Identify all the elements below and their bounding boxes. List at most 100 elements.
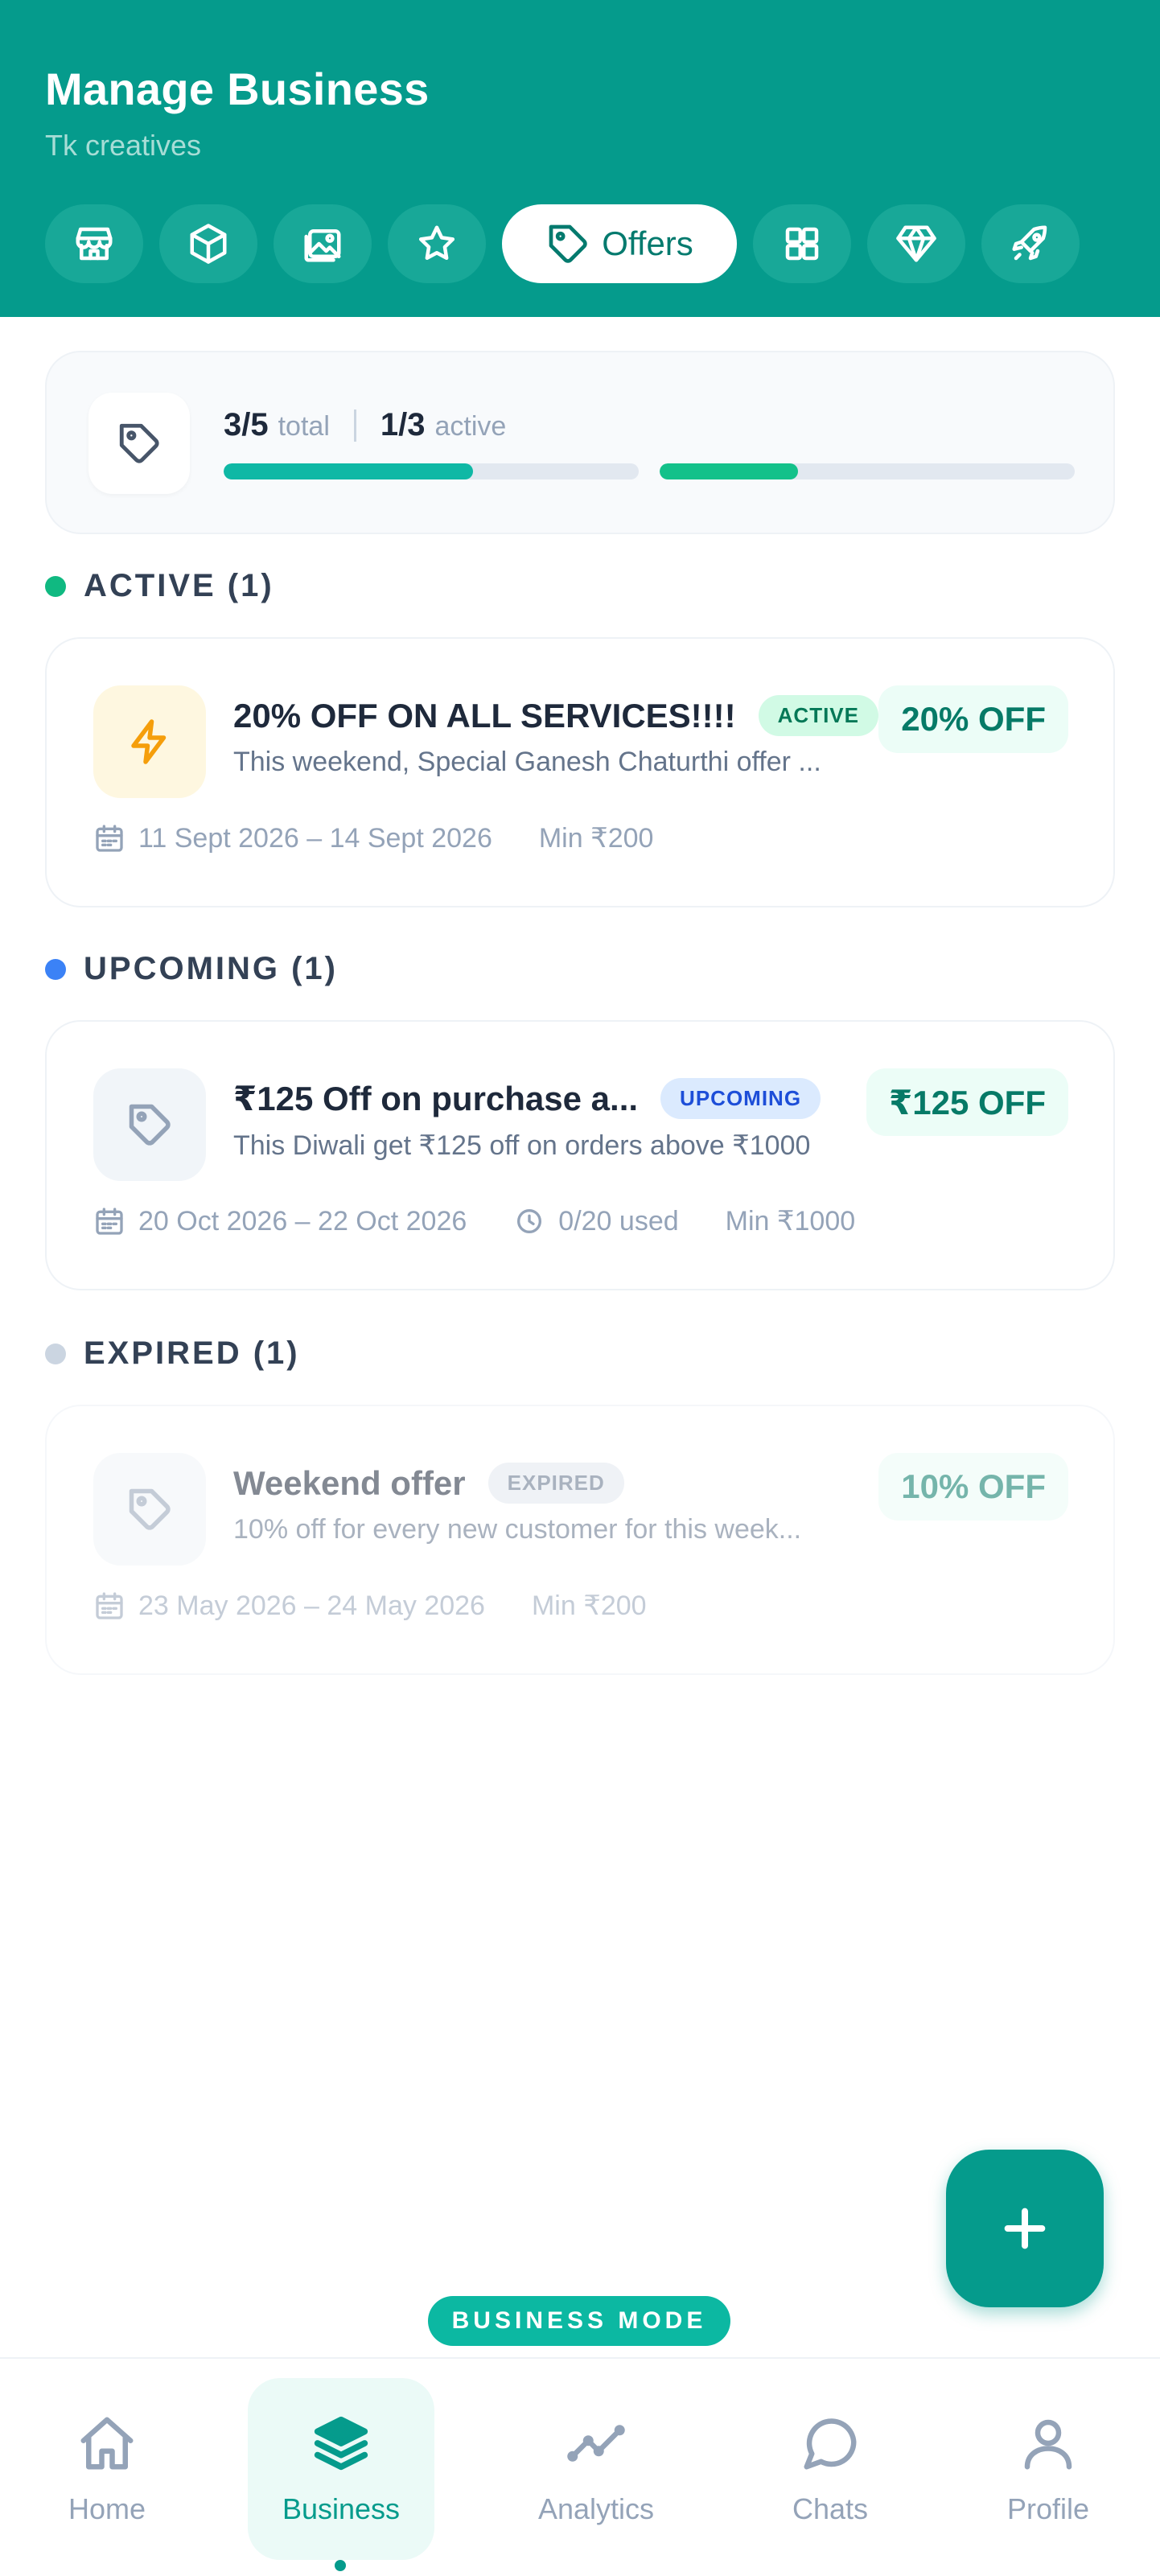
section-upcoming-header: UPCOMING (1) <box>45 951 338 987</box>
discount-badge: 20% OFF <box>878 685 1068 753</box>
offer-title: ₹125 Off on purchase a... <box>233 1080 639 1117</box>
store-icon <box>76 227 113 261</box>
tab-store[interactable] <box>45 204 143 283</box>
gallery-icon <box>304 229 341 262</box>
business-mode-pill: BUSINESS MODE <box>428 2296 730 2346</box>
summary-counts: 3/5 total 1/3 active <box>224 407 506 443</box>
status-badge: EXPIRED <box>487 1463 624 1504</box>
header: Manage Business Tk creatives Offers <box>0 0 1160 317</box>
calendar-icon <box>96 1592 123 1619</box>
active-progress-bar <box>660 463 1075 479</box>
active-progress-fill <box>660 463 798 479</box>
section-active-label: ACTIVE (1) <box>84 568 274 603</box>
offer-card-upcoming[interactable]: ₹125 Off on purchase a... UPCOMING This … <box>45 1020 1115 1290</box>
tab-boost[interactable] <box>981 204 1080 283</box>
lightning-icon <box>131 719 167 764</box>
nav-business-label: Business <box>282 2492 401 2525</box>
nav-home[interactable]: Home <box>14 2378 200 2560</box>
status-dot-expired <box>45 1343 66 1364</box>
offer-meta: 11 Sept 2026 – 14 Sept 2026 Min ₹200 <box>93 822 653 854</box>
total-progress-bar <box>224 463 639 479</box>
offer-min: Min ₹200 <box>538 823 654 854</box>
nav-chats[interactable]: Chats <box>737 2378 923 2560</box>
chat-icon <box>804 2418 857 2470</box>
star-icon <box>418 225 455 261</box>
offer-card-active[interactable]: 20% OFF ON ALL SERVICES!!!! ACTIVE This … <box>45 637 1115 907</box>
offer-description: 10% off for every new customer for this … <box>233 1514 802 1545</box>
offer-title: Weekend offer <box>233 1463 466 1502</box>
tab-gallery[interactable] <box>274 204 372 283</box>
nav-analytics[interactable]: Analytics <box>503 2378 689 2560</box>
offer-icon-box <box>93 685 206 798</box>
business-name: Tk creatives <box>45 129 202 162</box>
status-badge: ACTIVE <box>758 695 878 736</box>
discount-badge: 10% OFF <box>878 1453 1068 1520</box>
diamond-icon <box>896 225 936 262</box>
tag-icon <box>129 1488 171 1530</box>
plus-icon <box>1004 2208 1046 2249</box>
offer-meta: 20 Oct 2026 – 22 Oct 2026 0/20 used Min … <box>93 1205 855 1237</box>
offer-description: This Diwali get ₹125 off on orders above… <box>233 1130 811 1161</box>
analytics-icon <box>567 2425 625 2462</box>
section-expired-header: EXPIRED (1) <box>45 1335 300 1372</box>
section-active-header: ACTIVE (1) <box>45 568 274 604</box>
status-badge: UPCOMING <box>660 1078 821 1119</box>
nav-analytics-label: Analytics <box>537 2492 655 2525</box>
box-icon <box>190 224 227 264</box>
offer-title-row: Weekend offer EXPIRED <box>233 1463 624 1504</box>
offer-dates: 20 Oct 2026 – 22 Oct 2026 <box>138 1205 467 1237</box>
section-expired-label: EXPIRED (1) <box>84 1335 300 1371</box>
nav-business[interactable]: Business <box>248 2378 434 2571</box>
total-progress-fill <box>224 463 473 479</box>
calendar-icon <box>96 1208 123 1235</box>
discount-badge: ₹125 OFF <box>866 1068 1068 1136</box>
tab-products[interactable] <box>159 204 257 283</box>
status-dot-upcoming <box>45 958 66 980</box>
offer-title-row: 20% OFF ON ALL SERVICES!!!! ACTIVE <box>233 695 878 736</box>
offer-title-row: ₹125 Off on purchase a... UPCOMING <box>233 1078 821 1119</box>
rocket-icon <box>1012 225 1047 261</box>
tab-offers[interactable]: Offers <box>502 204 737 283</box>
clock-icon <box>517 1209 542 1233</box>
nav-home-label: Home <box>68 2492 146 2525</box>
offer-icon-box <box>93 1068 206 1181</box>
offer-dates: 23 May 2026 – 24 May 2026 <box>138 1590 485 1621</box>
total-count: 3/5 <box>224 407 269 442</box>
tag-icon <box>129 1104 171 1146</box>
active-label: active <box>434 411 507 442</box>
tag-icon <box>119 423 159 463</box>
offer-card-expired[interactable]: Weekend offer EXPIRED 10% off for every … <box>45 1405 1115 1675</box>
offer-meta: 23 May 2026 – 24 May 2026 Min ₹200 <box>93 1590 647 1622</box>
offer-description: This weekend, Special Ganesh Chaturthi o… <box>233 747 821 777</box>
summary-divider <box>353 409 356 442</box>
tab-premium[interactable] <box>867 204 965 283</box>
bottom-nav: Home Business Analytics Chats Profile <box>0 2357 1160 2576</box>
nav-profile-label: Profile <box>1006 2492 1090 2525</box>
tab-offers-label: Offers <box>602 224 693 262</box>
layers-icon <box>314 2416 368 2471</box>
active-indicator-dot <box>335 2560 346 2571</box>
offer-title: 20% OFF ON ALL SERVICES!!!! <box>233 696 736 735</box>
status-dot-active <box>45 575 66 597</box>
home-icon <box>80 2417 134 2470</box>
section-upcoming-label: UPCOMING (1) <box>84 951 338 986</box>
calendar-icon <box>96 825 123 852</box>
active-count: 1/3 <box>380 407 426 442</box>
offer-dates: 11 Sept 2026 – 14 Sept 2026 <box>138 822 492 854</box>
offer-min: Min ₹200 <box>531 1590 647 1621</box>
nav-profile[interactable]: Profile <box>955 2378 1141 2560</box>
nav-chats-label: Chats <box>792 2492 869 2525</box>
page-title: Manage Business <box>45 64 430 114</box>
grid-icon <box>785 227 819 261</box>
tab-categories[interactable] <box>753 204 851 283</box>
offer-icon-box <box>93 1453 206 1566</box>
total-label: total <box>278 411 330 442</box>
tag-icon <box>549 224 587 263</box>
summary-icon-box <box>88 393 190 494</box>
offer-min: Min ₹1000 <box>725 1206 856 1237</box>
offer-usage: 0/20 used <box>558 1205 679 1237</box>
section-tabs: Offers <box>45 204 1080 283</box>
profile-icon <box>1024 2419 1072 2470</box>
tab-reviews[interactable] <box>388 204 486 283</box>
add-offer-button[interactable] <box>946 2150 1104 2307</box>
